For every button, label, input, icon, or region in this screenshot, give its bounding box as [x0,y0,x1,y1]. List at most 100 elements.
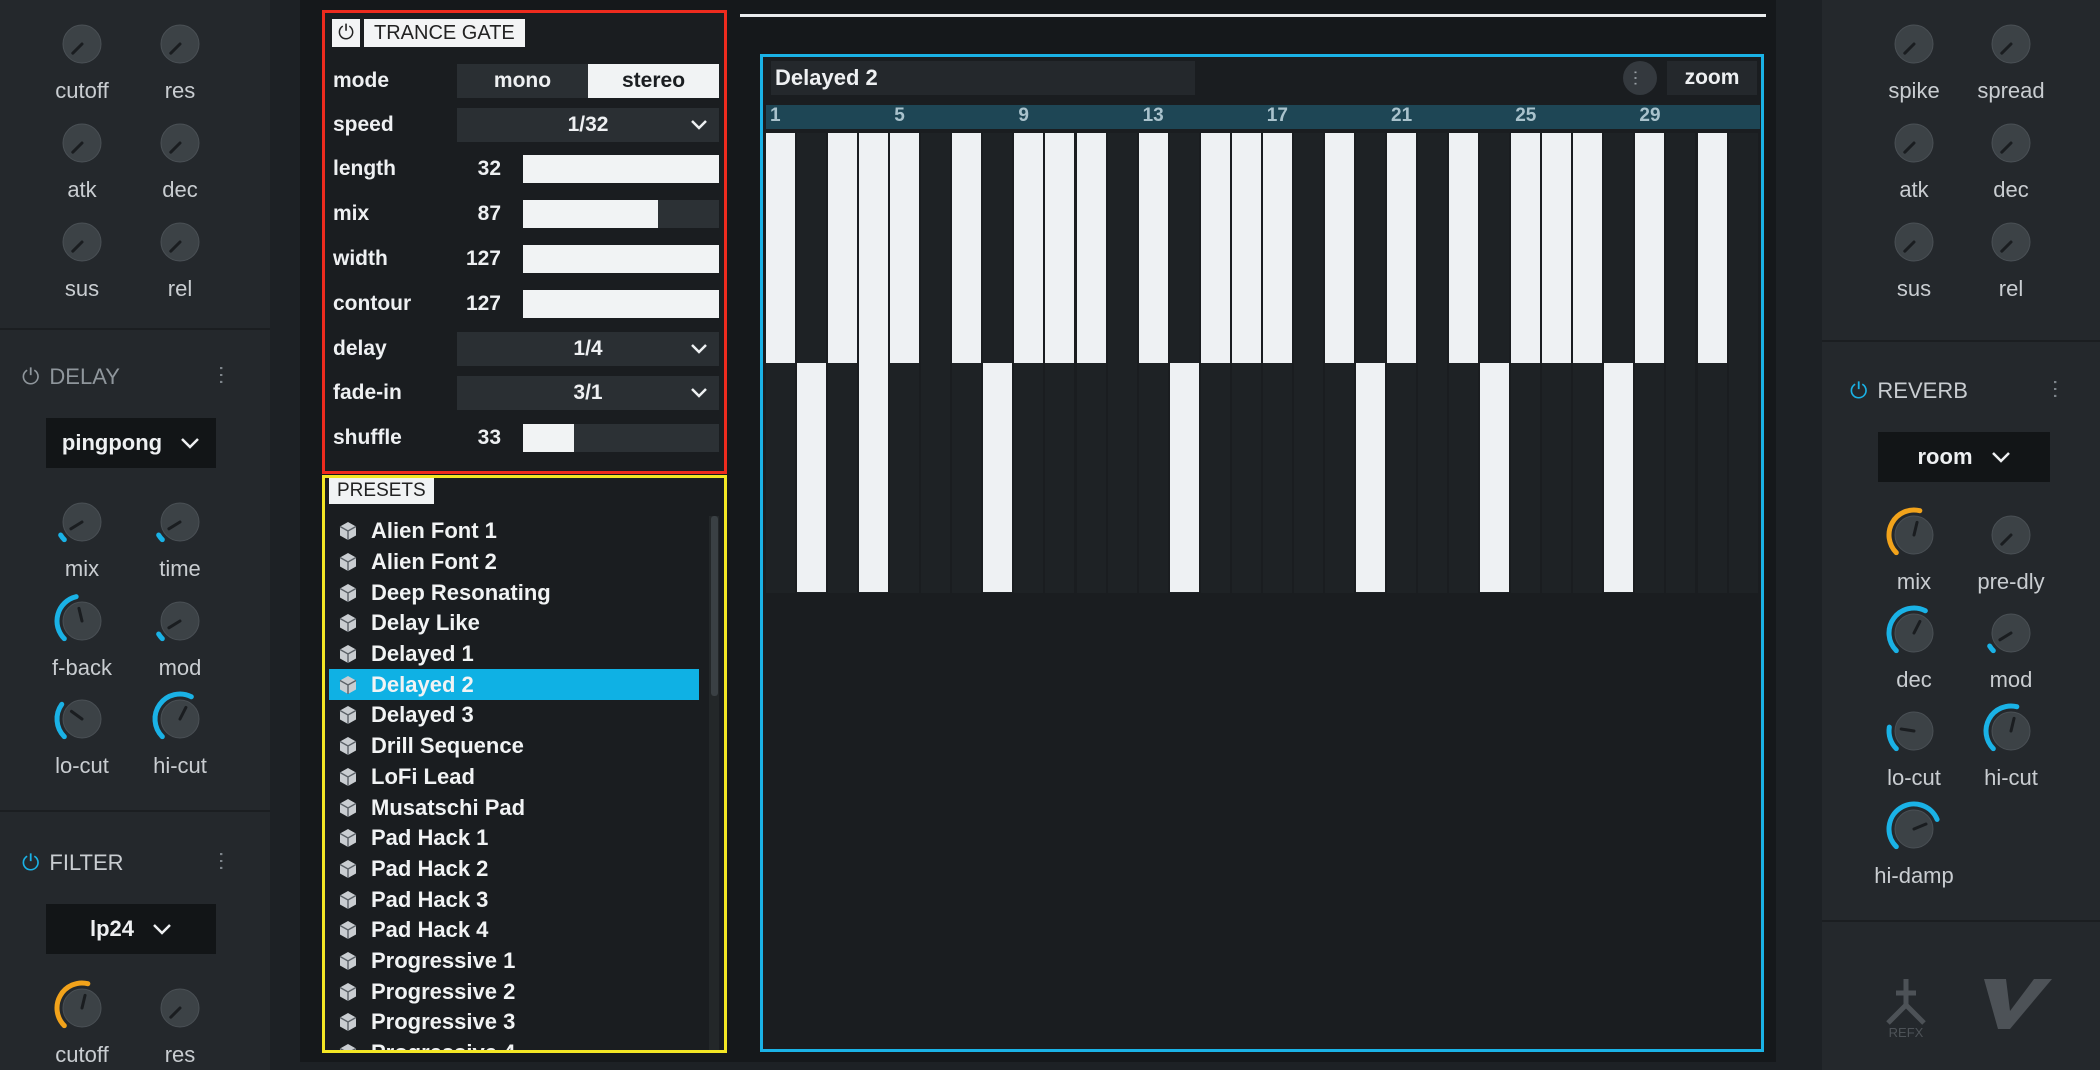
reverb-mod-knob[interactable] [1981,603,2041,663]
gate-step-top[interactable] [1231,133,1261,363]
shuffle-slider[interactable] [523,424,719,452]
preset-item[interactable]: Musatschi Pad [329,792,699,823]
mode-stereo-button[interactable]: stereo [588,64,719,98]
gate-step-bottom[interactable] [859,363,889,592]
reverb-mode-dropdown[interactable]: room [1878,432,2050,482]
preset-item[interactable]: Pad Hack 1 [329,823,699,854]
gate-step-top[interactable] [1200,133,1230,363]
reverb-decay-knob[interactable] [1884,603,1944,663]
gate-step-bottom[interactable] [1604,363,1634,592]
gate-step-top[interactable] [1262,133,1292,363]
scrollbar-thumb[interactable] [711,516,718,696]
more-icon[interactable]: … [215,364,240,386]
preset-item[interactable]: Delayed 2 [329,669,699,701]
preset-item[interactable]: Progressive 1 [329,946,699,977]
dec-knob[interactable] [150,113,210,173]
gate-step-bottom[interactable] [797,363,827,592]
reverb-predelay-knob[interactable] [1981,505,2041,565]
preset-item[interactable]: Alien Font 1 [329,516,699,547]
contour-slider[interactable] [523,290,719,318]
delay-feedback-knob[interactable] [52,591,112,651]
gate-step-top[interactable] [859,133,889,363]
power-icon[interactable]: ⏻ [1850,380,1867,402]
cutoff-knob[interactable] [52,14,112,74]
power-icon[interactable]: ⏻ [332,19,360,47]
step-column[interactable] [1418,133,1448,593]
preset-item[interactable]: Pad Hack 3 [329,884,699,915]
preset-item[interactable]: Progressive 4 [329,1038,699,1050]
preset-item[interactable]: Progressive 2 [329,976,699,1007]
reverb-hidamp-knob[interactable] [1884,799,1944,859]
gate-step-bottom[interactable] [1169,363,1199,592]
more-icon[interactable]: … [1623,61,1657,95]
spike-knob[interactable] [1884,14,1944,74]
gate-step-top[interactable] [1045,133,1075,363]
reverb-hicut-knob[interactable] [1981,701,2041,761]
gate-step-top[interactable] [1387,133,1416,363]
gate-step-top[interactable] [766,133,795,363]
gate-step-top[interactable] [1324,133,1354,363]
filter-res-knob[interactable] [150,978,210,1038]
more-icon[interactable]: … [215,850,240,872]
step-column[interactable] [1293,133,1323,593]
reverb-mix-knob[interactable] [1884,505,1944,565]
gate-step-top[interactable] [1635,133,1665,363]
power-icon[interactable]: ⏻ [22,852,39,874]
length-slider[interactable] [523,155,719,183]
delay-time-knob[interactable] [150,492,210,552]
gate-step-top[interactable] [1014,133,1044,363]
delay-mix-knob[interactable] [52,492,112,552]
gate-step-bottom[interactable] [1355,363,1385,592]
sus-knob[interactable] [52,212,112,272]
preset-item[interactable]: Delayed 1 [329,639,699,670]
step-column[interactable] [1728,133,1758,593]
power-icon[interactable]: ⏻ [22,366,39,388]
rel-knob[interactable] [150,212,210,272]
gate-step-top[interactable] [1076,133,1106,363]
atk-knob[interactable] [1884,113,1944,173]
preset-item[interactable]: Deep Resonating [329,577,699,608]
preset-item[interactable]: Pad Hack 2 [329,854,699,885]
filter-mode-dropdown[interactable]: lp24 [46,904,216,954]
gate-step-top[interactable] [1697,133,1727,363]
sus-knob[interactable] [1884,212,1944,272]
res-knob[interactable] [150,14,210,74]
dec-knob[interactable] [1981,113,2041,173]
preset-item[interactable]: Delay Like [329,608,699,639]
step-column[interactable] [1666,133,1696,593]
gate-step-top[interactable] [1542,133,1572,363]
delay-mod-knob[interactable] [150,591,210,651]
preset-item[interactable]: Progressive 3 [329,1007,699,1038]
gate-step-top[interactable] [890,133,920,363]
preset-item[interactable]: Pad Hack 4 [329,915,699,946]
step-column[interactable] [1107,133,1137,593]
delay-hicut-knob[interactable] [150,689,210,749]
delay-mode-dropdown[interactable]: pingpong [46,418,216,468]
zoom-button[interactable]: zoom [1667,61,1757,95]
mix-slider[interactable] [523,200,719,228]
spread-knob[interactable] [1981,14,2041,74]
gate-step-bottom[interactable] [1480,363,1510,592]
width-slider[interactable] [523,245,719,273]
filter-cutoff-knob[interactable] [52,978,112,1038]
gate-step-top[interactable] [1138,133,1168,363]
fade-in-select[interactable]: 3/1 [457,376,719,410]
gate-step-top[interactable] [1449,133,1479,363]
speed-select[interactable]: 1/32 [457,108,719,142]
gate-step-top[interactable] [1511,133,1541,363]
gate-step-bottom[interactable] [983,363,1013,592]
step-column[interactable] [921,133,951,593]
more-icon[interactable]: … [2049,378,2074,400]
gate-step-top[interactable] [828,133,858,363]
delay-locut-knob[interactable] [52,689,112,749]
preset-item[interactable]: Delayed 3 [329,700,699,731]
delay-select[interactable]: 1/4 [457,332,719,366]
preset-item[interactable]: Drill Sequence [329,731,699,762]
reverb-locut-knob[interactable] [1884,701,1944,761]
gate-step-top[interactable] [1573,133,1603,363]
atk-knob[interactable] [52,113,112,173]
mode-mono-button[interactable]: mono [457,64,588,98]
gate-step-top[interactable] [952,133,982,363]
preset-item[interactable]: LoFi Lead [329,762,699,793]
preset-item[interactable]: Alien Font 2 [329,547,699,578]
